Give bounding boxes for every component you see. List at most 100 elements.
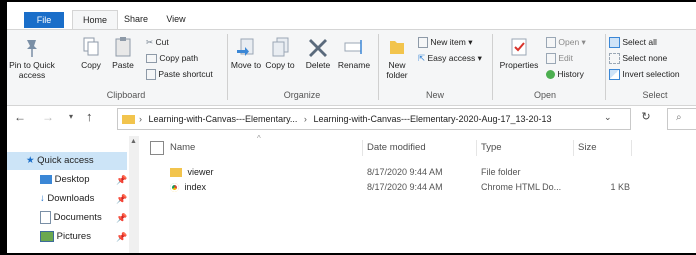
pin-icon[interactable]: 📌 [116,175,127,186]
select-all-label: Select all [622,37,657,47]
new-folder-label: New folder [386,60,408,80]
column-header-name[interactable]: Name [170,140,195,156]
rename-label: Rename [337,60,371,70]
copy-icon [83,37,99,56]
address-history-chevron-icon[interactable]: ⌄ [604,112,612,123]
cut-button[interactable]: ✂ Cut [146,36,169,49]
dropdown-arrow-icon: ▾ [468,37,473,47]
file-type: File folder [481,167,521,177]
tab-share[interactable]: Share [118,10,154,28]
select-none-button[interactable]: Select none [609,52,667,65]
edit-label: Edit [558,53,574,63]
column-header-size[interactable]: Size [578,140,596,156]
breadcrumb-separator-icon: › [139,114,142,124]
new-item-button[interactable]: New item ▾ [418,36,472,49]
documents-icon [40,210,51,224]
nav-item-desktop[interactable]: Desktop [40,171,90,189]
select-all-checkbox[interactable] [150,141,164,155]
quick-access-label-row[interactable]: ★ Quick access [26,152,94,170]
desktop-icon [40,174,52,184]
copy-to-button[interactable]: Copy to [264,36,296,70]
window-frame-left [0,0,7,255]
paste-shortcut-icon [146,69,156,81]
easy-access-label: Easy access [427,53,476,63]
nav-item-label: Downloads [47,193,95,204]
pin-icon[interactable]: 📌 [116,213,127,224]
open-group-label: Open [533,90,557,100]
file-name: viewer [187,167,214,177]
new-folder-button[interactable]: New folder [380,36,414,80]
invert-selection-label: Invert selection [622,69,680,79]
new-folder-icon [390,41,404,54]
pin-icon[interactable]: 📌 [116,194,127,205]
nav-item-label: Pictures [56,231,91,242]
address-bar[interactable]: › Learning-with-Canvas---Elementary... ›… [117,108,631,130]
column-divider[interactable] [362,140,363,156]
folder-icon [170,168,182,178]
breadcrumb-item-current[interactable]: Learning-with-Canvas---Elementary-2020-A… [313,114,551,124]
group-separator [605,34,606,100]
column-header-date[interactable]: Date modified [367,140,426,156]
delete-button[interactable]: Delete [302,36,334,70]
properties-button[interactable]: Properties [496,36,542,70]
up-arrow-icon[interactable]: ↑ [86,109,93,124]
recent-locations-chevron-icon[interactable]: ▾ [69,112,73,121]
breadcrumb-item[interactable]: Learning-with-Canvas---Elementary... [149,114,298,124]
column-divider[interactable] [631,140,632,156]
search-input[interactable]: ⌕ [667,108,696,130]
chrome-icon [170,183,179,193]
search-icon: ⌕ [676,112,682,123]
history-icon [546,70,555,80]
navpane-scrollbar[interactable] [129,136,139,253]
edit-icon [546,53,556,65]
edit-button[interactable]: Edit [546,52,573,65]
pictures-icon [40,230,54,242]
scissors-icon: ✂ [146,37,154,47]
group-separator [378,34,379,100]
easy-access-button[interactable]: ⇱ Easy access ▾ [418,52,482,65]
column-header-type[interactable]: Type [481,140,502,156]
new-group-label: New [425,90,444,100]
copy-to-icon [272,37,289,57]
tab-view[interactable]: View [158,10,194,28]
clipboard-group-label: Clipboard [106,90,146,100]
history-label: History [557,69,584,79]
paste-button[interactable]: Paste [110,36,136,70]
nav-item-pictures[interactable]: Pictures [40,228,91,246]
scroll-up-arrow-icon[interactable]: ▲ [130,138,137,145]
refresh-icon[interactable]: ↻ [636,110,656,128]
history-button[interactable]: History [546,68,584,81]
invert-selection-button[interactable]: Invert selection [609,68,680,81]
copy-path-button[interactable]: Copy path [146,52,198,65]
copy-button[interactable]: Copy [78,36,104,70]
paste-shortcut-button[interactable]: Paste shortcut [146,68,213,81]
tab-file[interactable]: File [24,12,64,28]
copy-label: Copy [81,60,101,70]
cut-label: Cut [155,37,169,47]
pin-label: Pin to Quick access [9,60,55,80]
download-arrow-icon: ↓ [40,193,45,204]
paste-shortcut-label: Paste shortcut [158,69,213,79]
pin-icon[interactable]: 📌 [116,232,127,243]
back-arrow-icon[interactable]: ← [14,110,26,124]
copy-to-label: Copy to [265,60,295,70]
tab-home[interactable]: Home [72,10,118,29]
paste-label: Paste [112,60,134,70]
delete-x-icon [309,39,327,57]
easy-access-icon: ⇱ [418,53,426,63]
open-button[interactable]: Open ▾ [546,36,586,49]
nav-item-downloads[interactable]: ↓ Downloads [40,190,94,208]
forward-arrow-icon[interactable]: → [42,110,54,124]
column-divider[interactable] [573,140,574,156]
select-all-button[interactable]: Select all [609,36,657,49]
column-divider[interactable] [476,140,477,156]
nav-item-documents[interactable]: Documents [40,209,102,227]
move-to-button[interactable]: Move to [230,36,262,70]
open-icon [546,37,556,49]
pin-icon [27,40,37,57]
pin-to-quick-access-button[interactable]: Pin to Quick access [8,36,56,80]
copy-path-label: Copy path [159,53,199,63]
move-to-icon [237,38,254,56]
quick-access-label: Quick access [37,155,94,166]
rename-button[interactable]: Rename [336,36,372,70]
